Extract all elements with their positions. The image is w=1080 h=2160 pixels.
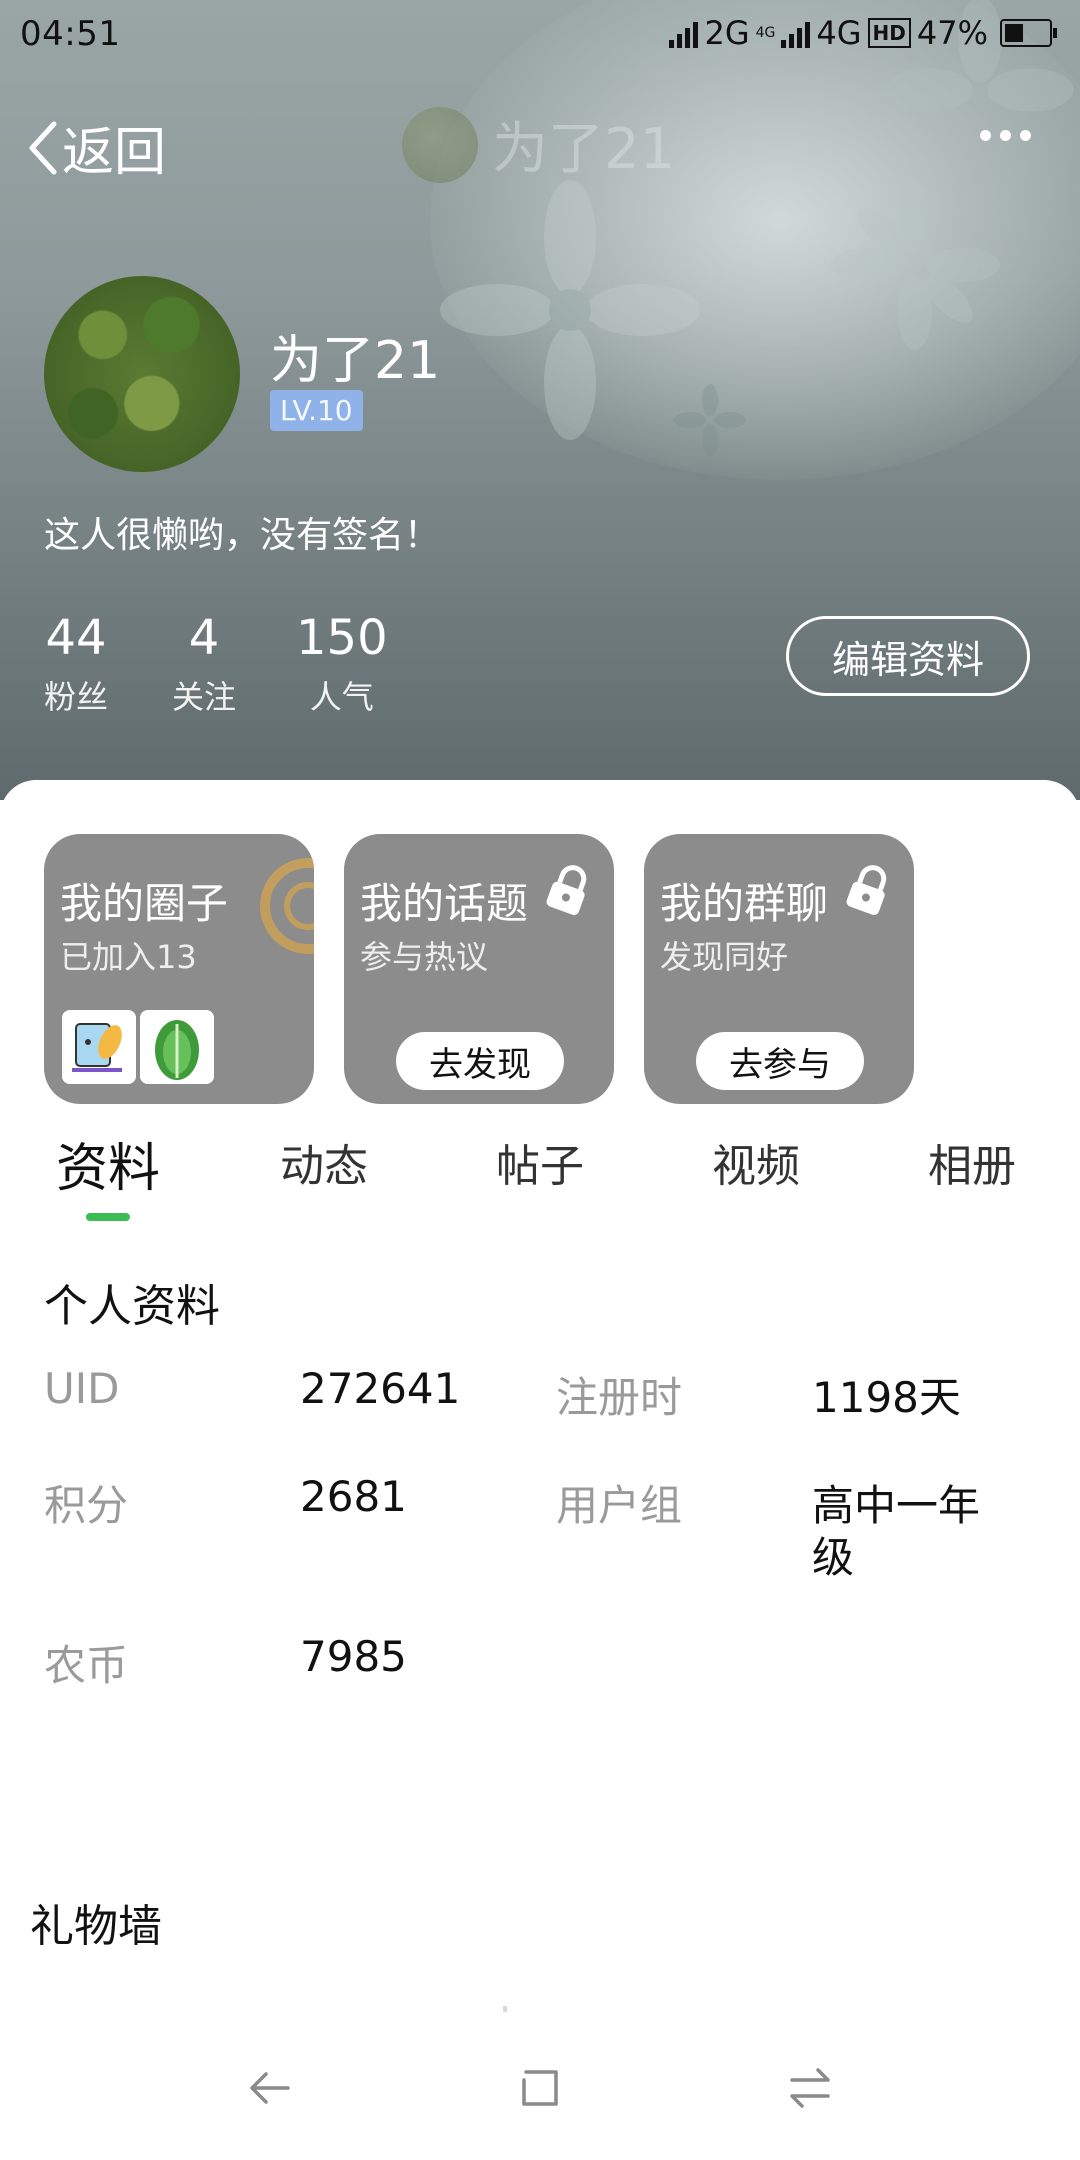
status-bar: 04:51 2G 4G 4G HD 47% — [0, 0, 1080, 72]
info-label: 积分 — [44, 1481, 129, 1530]
battery-icon — [1000, 19, 1057, 47]
card-subtitle: 参与热议 — [360, 938, 489, 976]
info-value: 级 — [812, 1533, 855, 1582]
status-indicators: 2G 4G 4G HD 47% — [669, 14, 1057, 52]
card-subtitle: 发现同好 — [660, 938, 789, 976]
battery-percent: 47% — [916, 14, 988, 52]
discover-button[interactable]: 去发现 — [396, 1032, 564, 1090]
username: 为了21 — [270, 331, 441, 391]
stat-fans[interactable]: 44 粉丝 — [44, 610, 108, 718]
stat-label: 粉丝 — [44, 678, 109, 716]
circle-app-icon — [140, 1010, 214, 1084]
nav-avatar — [402, 106, 478, 183]
more-dot-icon — [980, 130, 991, 141]
info-value: 2681 — [300, 1472, 407, 1521]
card-my-groups[interactable]: 我的群聊 发现同好 去参与 — [644, 834, 914, 1104]
info-value: 272641 — [300, 1364, 461, 1413]
tab-posts[interactable]: 帖子 — [496, 1130, 584, 1194]
lock-icon — [846, 865, 887, 916]
flower-decoration-icon — [440, 180, 700, 440]
circle-ring-icon — [260, 858, 314, 954]
info-value: 1198天 — [812, 1373, 961, 1422]
info-label: 农币 — [44, 1641, 129, 1690]
more-dot-icon — [1000, 130, 1011, 141]
network-label-4g: 4G — [816, 14, 862, 52]
card-title: 我的话题 — [360, 879, 529, 928]
nav-center: 为了21 — [402, 104, 675, 185]
back-label: 返回 — [62, 123, 167, 183]
tab-activity[interactable]: 动态 — [280, 1130, 368, 1194]
scroll-indicator — [503, 2006, 507, 2012]
tab-active-indicator — [86, 1213, 130, 1221]
more-options-button[interactable] — [980, 130, 1031, 141]
card-my-circles[interactable]: 我的圈子 已加入13 — [44, 834, 314, 1104]
more-dot-icon — [1020, 130, 1031, 141]
stat-value: 150 — [296, 610, 388, 666]
nav-title: 为了21 — [492, 117, 676, 182]
info-value: 7985 — [300, 1632, 407, 1681]
tab-profile[interactable]: 资料 — [56, 1126, 160, 1201]
info-label: UID — [44, 1364, 120, 1413]
stat-value: 4 — [188, 610, 220, 666]
section-title-gift-wall: 礼物墙 — [30, 1901, 162, 1952]
stat-popularity[interactable]: 150 人气 — [296, 610, 388, 718]
stat-label: 关注 — [172, 678, 237, 716]
lock-icon — [546, 865, 587, 916]
section-title-personal-info: 个人资料 — [44, 1281, 220, 1332]
edit-profile-button[interactable]: 编辑资料 — [786, 616, 1030, 696]
chevron-left-icon — [29, 121, 57, 174]
circle-app-icon — [62, 1010, 136, 1084]
back-button[interactable]: 返回 — [28, 110, 166, 185]
avatar[interactable] — [44, 276, 240, 472]
network-4g-small: 4G — [755, 25, 776, 41]
info-label: 用户组 — [556, 1481, 683, 1530]
network-label-2g: 2G — [704, 14, 750, 52]
stat-value: 44 — [45, 610, 107, 666]
nav-recents-icon[interactable] — [786, 2064, 834, 2112]
nav-home-icon[interactable] — [516, 2064, 564, 2112]
hd-icon: HD — [867, 18, 911, 48]
tab-albums[interactable]: 相册 — [928, 1130, 1016, 1194]
nav-back-icon[interactable] — [246, 2064, 294, 2112]
stat-following[interactable]: 4 关注 — [172, 610, 236, 718]
system-nav-bar — [0, 2040, 1080, 2140]
tab-bar: 资料 动态 帖子 视频 相册 — [0, 1130, 1080, 1230]
flower-decoration-icon — [674, 384, 746, 456]
battery-fill — [1005, 24, 1023, 42]
card-subtitle: 已加入13 — [60, 938, 197, 976]
card-title: 我的圈子 — [60, 879, 229, 928]
signal-icon — [781, 18, 811, 48]
flower-decoration-icon — [830, 180, 1000, 350]
card-title: 我的群聊 — [660, 879, 829, 928]
status-time: 04:51 — [20, 14, 121, 54]
stat-label: 人气 — [309, 678, 374, 716]
signal-icon — [669, 18, 699, 48]
card-my-topics[interactable]: 我的话题 参与热议 去发现 — [344, 834, 614, 1104]
tab-videos[interactable]: 视频 — [712, 1130, 800, 1194]
signature: 这人很懒哟，没有签名！ — [44, 515, 441, 556]
level-badge: LV.10 — [270, 390, 363, 431]
join-button[interactable]: 去参与 — [696, 1032, 864, 1090]
info-label: 注册时 — [556, 1373, 683, 1422]
